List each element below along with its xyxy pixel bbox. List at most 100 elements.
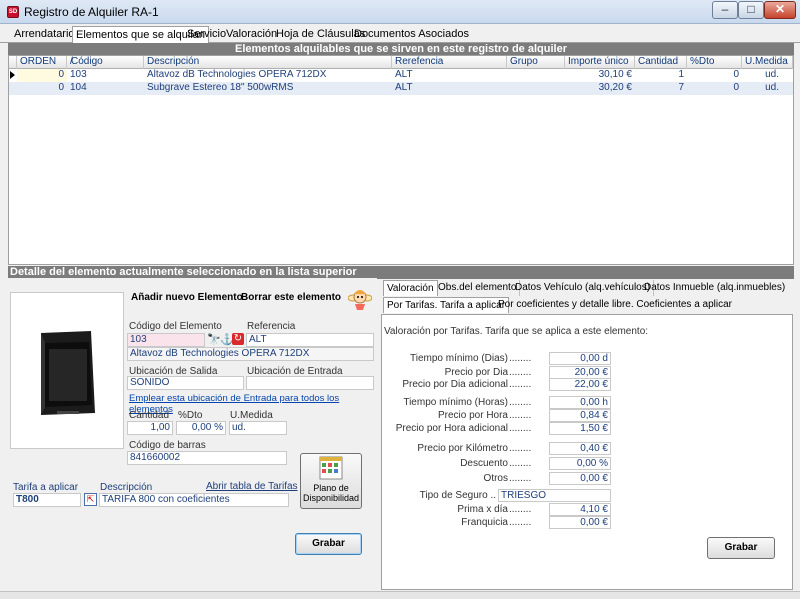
tab-documentos[interactable]: Documentos Asociados <box>351 26 472 43</box>
col-referencia[interactable]: Rerefencia <box>392 56 507 69</box>
referencia-label: Referencia <box>247 321 296 332</box>
dto-field[interactable]: 0,00 % <box>176 421 226 435</box>
precio-hora-field[interactable]: 0,84 € <box>549 409 611 422</box>
status-bar <box>0 591 800 599</box>
franquicia-dots: ........ <box>509 517 532 528</box>
cell-importe[interactable]: 30,10 € <box>565 69 635 82</box>
prima-dia-dots: ........ <box>509 504 532 515</box>
tab-valoracion[interactable]: Valoración <box>223 26 280 43</box>
close-button[interactable]: ✕ <box>764 1 796 19</box>
grabar-detail-button[interactable]: Grabar <box>295 533 362 555</box>
cell-orden[interactable]: 0 <box>17 69 67 82</box>
col-orden[interactable]: ORDEN <box>17 56 67 69</box>
otros-dots: ........ <box>509 473 532 484</box>
add-element-button[interactable]: Añadir nuevo Elemento <box>131 292 243 303</box>
precio-hora-adicional-dots: ........ <box>509 423 532 434</box>
prima-dia-label: Prima x día <box>457 504 508 515</box>
tab-valoracion-detalle[interactable]: Valoración <box>383 280 438 296</box>
plano-disponibilidad-button[interactable]: Plano de Disponibilidad <box>300 453 362 509</box>
items-grid[interactable]: ORDEN / Código Descripción Rerefencia Gr… <box>8 55 794 265</box>
tiempo-min-horas-field[interactable]: 0,00 h <box>549 396 611 409</box>
descuento-dots: ........ <box>509 458 532 469</box>
otros-field[interactable]: 0,00 € <box>549 472 611 485</box>
franquicia-field[interactable]: 0,00 € <box>549 516 611 529</box>
col-descripcion[interactable]: Descripción <box>144 56 392 69</box>
franquicia-label: Franquicia <box>461 517 508 528</box>
tab-obs-elemento[interactable]: Obs.del elemento <box>435 280 521 296</box>
tarifa-desc-field[interactable]: TARIFA 800 con coeficientes <box>99 493 289 507</box>
cell-umedida[interactable]: ud. <box>742 69 782 82</box>
tab-datos-inmueble[interactable]: Datos Inmueble (alq.inmuebles) <box>641 280 788 296</box>
refresh-icon[interactable]: ↻ <box>232 333 244 345</box>
app-icon: SD <box>7 6 19 18</box>
binoculars-icon[interactable]: 🔭 <box>207 333 221 346</box>
tarifa-lookup-icon[interactable]: ⇱ <box>84 493 97 506</box>
precio-dia-adicional-field[interactable]: 22,00 € <box>549 378 611 391</box>
tipo-seguro-field[interactable]: TRIESGO <box>498 489 611 502</box>
tab-por-tarifas[interactable]: Por Tarifas. Tarifa a aplicar <box>383 297 510 313</box>
abrir-tarifas-link[interactable]: Abrir tabla de Tarifas <box>206 481 298 492</box>
maximize-button[interactable]: □ <box>738 1 764 19</box>
precio-km-field[interactable]: 0,40 € <box>549 442 611 455</box>
referencia-field[interactable]: ALT <box>246 333 374 347</box>
cell-referencia[interactable]: ALT <box>392 82 507 95</box>
codigo-field[interactable]: 103 <box>127 333 205 347</box>
barras-field[interactable]: 841660002 <box>127 451 287 465</box>
cell-cantidad[interactable]: 7 <box>635 82 687 95</box>
tiempo-min-dias-dots: ........ <box>509 353 532 364</box>
tiempo-min-dias-field[interactable]: 0,00 d <box>549 352 611 365</box>
right-tabs: Valoración Obs.del elemento Datos Vehícu… <box>381 280 793 313</box>
col-codigo[interactable]: Código <box>67 56 144 69</box>
prima-dia-field[interactable]: 4,10 € <box>549 503 611 516</box>
col-dto[interactable]: %Dto <box>687 56 742 69</box>
precio-km-dots: ........ <box>509 443 532 454</box>
cell-descripcion[interactable]: Altavoz dB Technologies OPERA 712DX <box>144 69 392 82</box>
cell-codigo[interactable]: 104 <box>67 82 144 95</box>
ubic-entrada-field[interactable] <box>246 376 374 390</box>
tab-datos-vehiculo[interactable]: Datos Vehículo (alq.vehículos) <box>512 280 655 296</box>
current-row-pointer-icon <box>10 71 15 79</box>
table-row[interactable]: 0 104 Subgrave Estereo 18" 500wRMS ALT 3… <box>9 82 793 95</box>
col-umedida[interactable]: U.Medida <box>742 56 793 69</box>
window-title: Registro de Alquiler RA-1 <box>24 5 159 19</box>
umedida-field[interactable]: ud. <box>229 421 287 435</box>
cell-grupo[interactable] <box>507 82 565 95</box>
col-importe[interactable]: Importe único <box>565 56 635 69</box>
grabar-valoracion-button[interactable]: Grabar <box>707 537 775 559</box>
cell-grupo[interactable] <box>507 69 565 82</box>
cell-importe[interactable]: 30,20 € <box>565 82 635 95</box>
tarifa-field[interactable]: T800 <box>13 493 81 507</box>
angel-help-icon[interactable] <box>347 286 373 310</box>
cell-dto[interactable]: 0 <box>687 82 742 95</box>
descripcion-field[interactable]: Altavoz dB Technologies OPERA 712DX <box>127 347 374 361</box>
col-cantidad[interactable]: Cantidad <box>635 56 687 69</box>
cell-cantidad[interactable]: 1 <box>635 69 687 82</box>
table-row[interactable]: 0 103 Altavoz dB Technologies OPERA 712D… <box>9 69 793 82</box>
valoracion-panel: Valoración por Tarifas. Tarifa que se ap… <box>381 314 793 590</box>
cantidad-field[interactable]: 1,00 <box>127 421 173 435</box>
umedida-label: U.Medida <box>230 410 273 421</box>
tab-arrendatario[interactable]: Arrendatario <box>11 26 78 43</box>
grid-header-row: ORDEN / Código Descripción Rerefencia Gr… <box>9 56 793 69</box>
tarifa-desc-label: Descripción <box>100 482 153 493</box>
tiempo-min-dias-label: Tiempo mínimo (Dias) <box>410 353 508 364</box>
cell-umedida[interactable]: ud. <box>742 82 782 95</box>
precio-hora-dots: ........ <box>509 410 532 421</box>
otros-label: Otros <box>483 473 508 484</box>
minimize-button[interactable]: – <box>712 1 738 19</box>
cell-dto[interactable]: 0 <box>687 69 742 82</box>
ubic-salida-field[interactable]: SONIDO <box>127 376 244 390</box>
plano-label: Plano de Disponibilidad <box>302 483 360 503</box>
precio-hora-adicional-field[interactable]: 1,50 € <box>549 422 611 435</box>
barras-label: Código de barras <box>129 440 206 451</box>
calendar-grid-icon <box>319 456 343 480</box>
descuento-field[interactable]: 0,00 % <box>549 457 611 470</box>
codigo-label: Código del Elemento <box>129 321 222 332</box>
cell-descripcion[interactable]: Subgrave Estereo 18" 500wRMS <box>144 82 392 95</box>
delete-element-button[interactable]: Borrar este elemento <box>241 292 341 303</box>
col-grupo[interactable]: Grupo <box>507 56 565 69</box>
cell-orden[interactable]: 0 <box>17 82 67 95</box>
tab-por-coeficientes[interactable]: Por coeficientes y detalle libre. Coefic… <box>495 297 735 313</box>
cell-referencia[interactable]: ALT <box>392 69 507 82</box>
cell-codigo[interactable]: 103 <box>67 69 144 82</box>
